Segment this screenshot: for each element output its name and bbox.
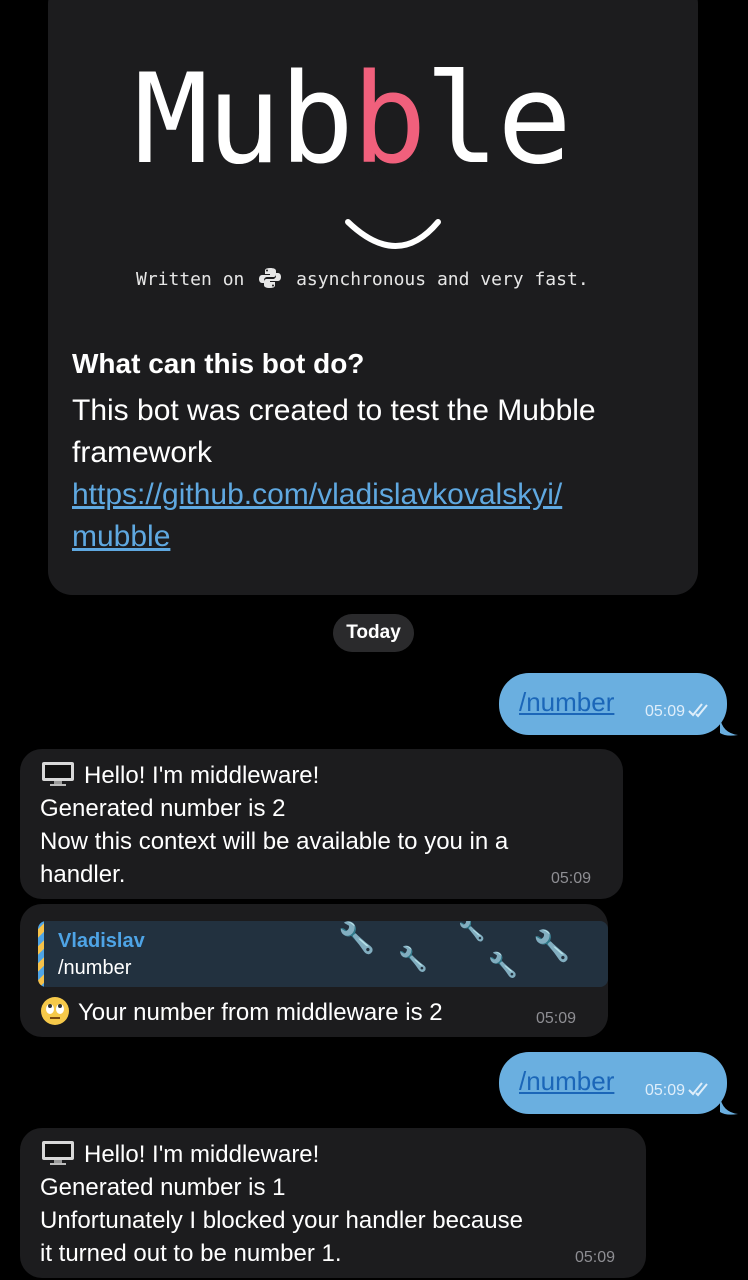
python-logo-icon — [259, 268, 282, 288]
bot-intro-title: What can this bot do? — [72, 348, 365, 379]
message-time: 05:09 — [536, 1010, 577, 1027]
bot-intro-description: This bot was created to test the Mubble … — [72, 394, 596, 553]
reply-accent-bar — [38, 921, 44, 987]
bot-intro-card: Mubble Written on asynchronous and very … — [48, 0, 698, 595]
incoming-reply-message[interactable]: Vladislav /number 🔧 🔧 🔧 🔧 🔧 Your number … — [20, 904, 608, 1037]
message-text: Hello! I'm middleware! Generated number … — [40, 1141, 523, 1267]
outgoing-message[interactable]: /number 05:09 — [499, 673, 727, 735]
message-time: 05:09 — [644, 703, 685, 720]
logo-tagline: Written on asynchronous and very fast. — [136, 268, 589, 290]
incoming-message[interactable]: Hello! I'm middleware! Generated number … — [20, 1128, 646, 1278]
wrench-icon: 🔧 — [338, 922, 376, 955]
mubble-logo: Mubble Written on asynchronous and very … — [48, 0, 698, 320]
bubble-tail — [720, 717, 738, 736]
double-check-icon — [688, 703, 708, 718]
wrench-icon: 🔧 — [533, 930, 571, 963]
double-check-icon — [688, 1082, 708, 1097]
incoming-message[interactable]: Hello! I'm middleware! Generated number … — [20, 749, 623, 899]
wrench-icon: 🔧 — [488, 952, 518, 979]
reply-sender-name: Vladislav — [58, 930, 145, 952]
monitor-emoji-icon — [42, 1141, 74, 1165]
message-time: 05:09 — [644, 1082, 685, 1099]
monitor-emoji-icon — [42, 762, 74, 786]
rolling-eyes-emoji-icon — [41, 997, 69, 1025]
github-link-continued[interactable]: mubble — [72, 520, 170, 553]
date-separator: Today — [333, 614, 414, 652]
reply-preview[interactable]: Vladislav /number 🔧 🔧 🔧 🔧 🔧 — [38, 921, 608, 987]
bubble-tail — [720, 1096, 738, 1115]
github-link[interactable]: https://github.com/vladislavkovalskyi/ — [72, 478, 562, 511]
message-time: 05:09 — [551, 870, 592, 887]
message-text: Your number from middleware is 2 — [40, 996, 443, 1029]
reply-quoted-text: /number — [58, 957, 132, 979]
wrench-icon: 🔧 — [458, 921, 486, 942]
outgoing-message[interactable]: /number 05:09 — [499, 1052, 727, 1114]
wrench-icon: 🔧 — [398, 946, 428, 973]
command-link[interactable]: /number — [519, 687, 614, 718]
message-text: Hello! I'm middleware! Generated number … — [40, 762, 509, 888]
command-link[interactable]: /number — [519, 1066, 614, 1097]
message-time: 05:09 — [575, 1249, 616, 1266]
